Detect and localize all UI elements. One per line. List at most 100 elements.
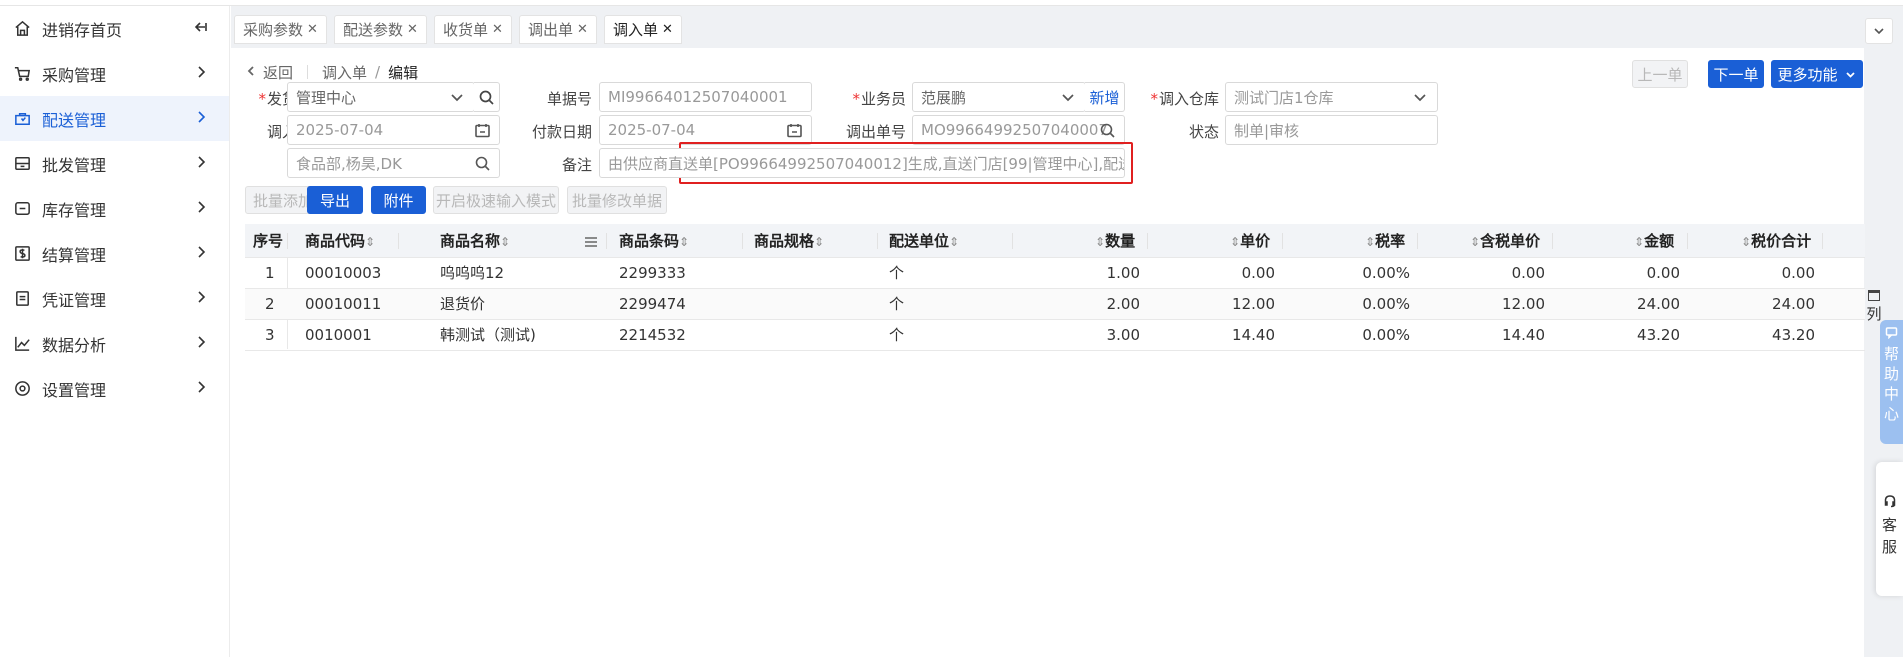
tab-transfer-out[interactable]: 调出单 ✕ [519,15,597,44]
delivery-icon [12,109,32,129]
batch-edit-button[interactable]: 批量修改单据 [567,186,667,214]
remark-input[interactable]: 由供应商直送单[PO99664992507040012]生成,直送门店[99|管… [599,148,1125,178]
tabs-dropdown-button[interactable] [1865,18,1893,44]
col-total[interactable]: ⇕税价合计 [1741,224,1811,258]
col-tax-rate[interactable]: ⇕税率 [1365,224,1405,258]
search-icon[interactable] [1099,122,1116,139]
in-warehouse-value: 测试门店1仓库 [1234,88,1334,107]
doc-no-value: MI99664012507040001 [608,88,788,106]
sort-icon[interactable]: ⇕ [1365,235,1375,249]
column-menu-icon[interactable] [585,235,597,247]
sort-icon[interactable]: ⇕ [1230,235,1240,249]
close-icon[interactable]: ✕ [492,22,503,37]
close-icon[interactable]: ✕ [577,22,588,37]
salesman-label: *业务员 [852,90,906,108]
close-icon[interactable]: ✕ [662,22,673,37]
sort-icon[interactable]: ⇕ [1470,235,1480,249]
sidebar-item-wholesale[interactable]: 批发管理 [0,141,229,186]
sidebar-item-home[interactable]: 进销存首页 [0,6,229,51]
export-label: 导出 [319,191,350,210]
salesman-value: 范展鹏 [921,88,967,107]
col-spec[interactable]: 商品规格⇕ [754,224,824,258]
sidebar-item-voucher[interactable]: 凭证管理 [0,276,229,321]
sidebar-item-settlement[interactable]: 结算管理 [0,231,229,276]
next-doc-button[interactable]: 下一单 [1708,60,1764,88]
more-functions-button[interactable]: 更多功能 [1771,60,1863,88]
chevron-down-icon [1838,68,1857,81]
sort-icon[interactable]: ⇕ [365,235,375,249]
sort-icon[interactable]: ⇕ [500,235,510,249]
col-name[interactable]: 商品名称⇕ [440,224,510,258]
customer-service-tab[interactable]: 客 服 [1876,462,1903,596]
cell-name: 退货价 [440,295,486,313]
in-warehouse-select[interactable]: 测试门店1仓库 [1225,82,1438,112]
breadcrumb-separator: / [375,63,381,81]
sort-icon[interactable]: ⇕ [814,235,824,249]
help-center-tab[interactable]: 帮 助 中 心 [1880,320,1903,444]
col-code[interactable]: 商品代码⇕ [305,224,375,258]
sort-icon[interactable]: ⇕ [1095,235,1105,249]
add-salesman-link[interactable]: 新增 [1089,87,1119,108]
tab-receipt[interactable]: 收货单 ✕ [434,15,512,44]
close-icon[interactable]: ✕ [407,22,418,37]
tab-purchase-params[interactable]: 采购参数 ✕ [234,15,327,44]
back-link[interactable]: 返回 [263,62,293,83]
export-button[interactable]: 导出 [307,186,363,214]
service-char: 客 [1881,516,1897,534]
col-tax-price[interactable]: ⇕含税单价 [1470,224,1540,258]
sidebar-item-inventory[interactable]: 库存管理 [0,186,229,231]
column-settings-button[interactable]: 列 [1864,286,1884,323]
chevron-left-icon[interactable] [245,63,257,81]
calendar-icon [786,122,803,139]
cell-total: 43.20 [1772,326,1815,344]
tab-label: 收货单 [443,21,489,39]
sidebar-item-settings[interactable]: 设置管理 [0,366,229,411]
cell-tax-price: 14.40 [1502,326,1545,344]
table-row[interactable]: 1 00010003 呜呜呜12 2299333 个 1.00 0.00 0.0… [245,258,1865,289]
in-warehouse-label: *调入仓库 [1150,90,1219,108]
pay-date-picker[interactable]: 2025-07-04 [599,115,812,145]
col-qty[interactable]: ⇕数量 [1095,224,1135,258]
collapse-sidebar-icon[interactable] [193,19,211,37]
fast-input-button[interactable]: 开启极速输入模式 [433,186,559,214]
in-date-picker[interactable]: 2025-07-04 [287,115,500,145]
status-label: 状态 [1188,123,1219,141]
chevron-right-icon [193,244,211,262]
sort-icon[interactable]: ⇕ [679,235,689,249]
col-price[interactable]: ⇕单价 [1230,224,1270,258]
cell-price: 0.00 [1241,264,1275,282]
tab-transfer-in[interactable]: 调入单 ✕ [604,15,682,44]
attach-button[interactable]: 附件 [371,186,426,214]
salesman-select[interactable]: 范展鹏 [912,82,1086,112]
cell-code: 0010001 [305,326,372,344]
col-amount[interactable]: ⇕金额 [1634,224,1674,258]
cell-price: 12.00 [1232,295,1275,313]
more-functions-label: 更多功能 [1777,65,1838,84]
sidebar-item-analytics[interactable]: 数据分析 [0,321,229,366]
send-store-select[interactable]: 管理中心 [287,82,475,112]
search-icon[interactable] [474,155,491,172]
status-field: 制单|审核 [1225,115,1438,145]
department-field[interactable]: 食品部,杨昊,DK [287,148,500,178]
settings-icon [12,379,32,399]
tab-delivery-params[interactable]: 配送参数 ✕ [334,15,427,44]
sidebar-item-delivery[interactable]: 配送管理 [0,96,229,141]
sort-icon[interactable]: ⇕ [1634,235,1644,249]
breadcrumb-parent[interactable]: 调入单 [322,62,367,83]
table-row[interactable]: 3 0010001 韩测试（测试) 2214532 个 3.00 14.40 0… [245,320,1865,351]
table-row[interactable]: 2 00010011 退货价 2299474 个 2.00 12.00 0.00… [245,289,1865,320]
wholesale-icon [12,154,32,174]
sidebar-item-purchase[interactable]: 采购管理 [0,51,229,96]
table-header: 序号 商品代码⇕ 商品名称⇕ 商品条码⇕ 商品规格⇕ 配送单位⇕ ⇕数量 ⇕单价… [245,224,1865,258]
close-icon[interactable]: ✕ [307,22,318,37]
sort-icon[interactable]: ⇕ [1741,235,1751,249]
out-doc-no-field[interactable]: MO99664992507040007 [912,115,1125,145]
chevron-down-icon [1413,90,1427,104]
col-unit[interactable]: 配送单位⇕ [889,224,959,258]
service-char: 服 [1881,538,1897,556]
sort-icon[interactable]: ⇕ [949,235,959,249]
cell-unit: 个 [889,295,905,313]
inventory-icon [12,199,32,219]
col-barcode[interactable]: 商品条码⇕ [619,224,689,258]
prev-doc-button[interactable]: 上一单 [1632,60,1688,88]
